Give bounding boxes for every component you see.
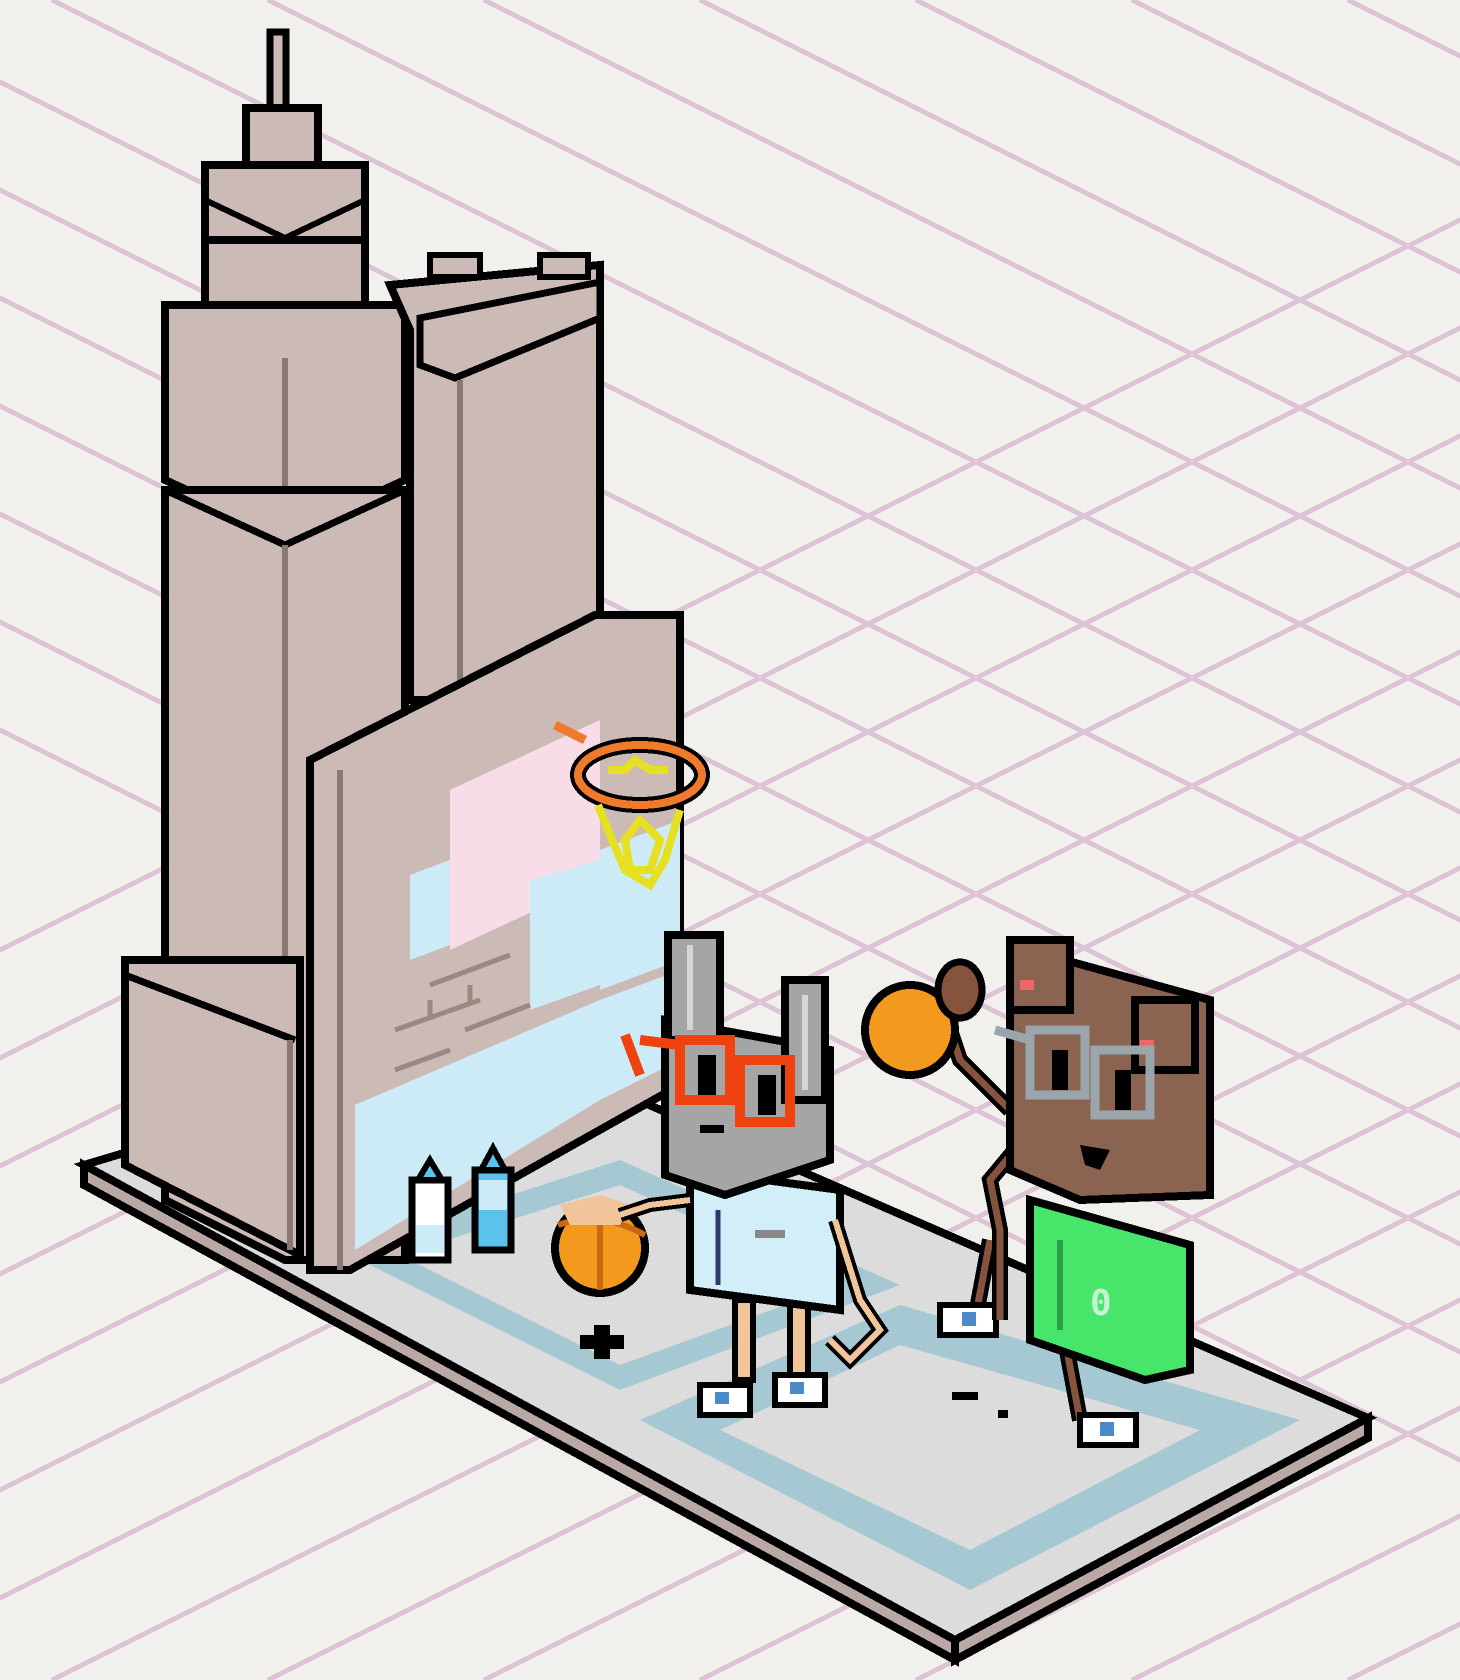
court-mark-2 (594, 1325, 610, 1359)
isometric-scene: 0 (0, 0, 1460, 1680)
mural-blue-2 (530, 860, 600, 1010)
skyscraper (121, 28, 684, 1274)
mural-blue-1 (410, 860, 450, 960)
jersey-number: 0 (1090, 1283, 1112, 1324)
bear-eye-right (1115, 1070, 1131, 1110)
spire (266, 28, 290, 116)
rabbit-eye-left (698, 1055, 716, 1095)
rabbit-ear-left (664, 931, 724, 1044)
rabbit-mouth (700, 1125, 724, 1133)
court-dash (952, 1392, 978, 1400)
court-dot (998, 1410, 1008, 1418)
rabbit-eye-right (758, 1075, 776, 1115)
bear-ear-right (1131, 996, 1199, 1074)
bear-eye-left (1052, 1050, 1068, 1090)
bear-ear-left (1006, 936, 1074, 1014)
